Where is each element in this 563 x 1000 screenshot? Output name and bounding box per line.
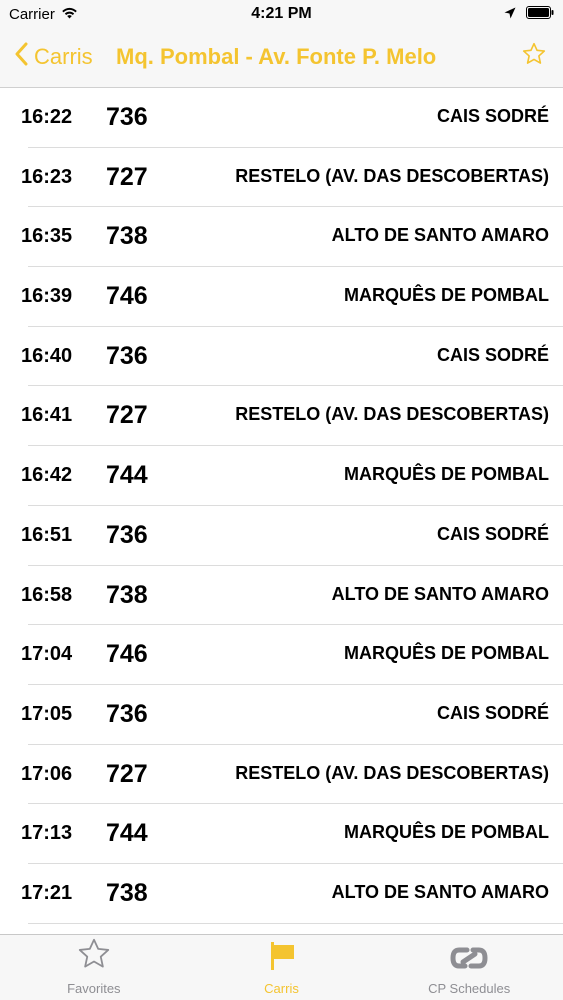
star-outline-icon <box>521 42 547 71</box>
departure-time: 16:51 <box>21 523 73 546</box>
departure-row[interactable]: 16:39 746 MARQUÊS DE POMBAL <box>0 267 563 327</box>
departure-time: 17:21 <box>21 881 73 904</box>
destination: RESTELO (AV. DAS DESCOBERTAS) <box>235 762 549 783</box>
route-number: 738 <box>106 580 148 609</box>
status-right <box>504 6 554 23</box>
departure-row[interactable]: 17:06 727 RESTELO (AV. DAS DESCOBERTAS) <box>0 745 563 805</box>
route-number: 736 <box>106 520 148 549</box>
departure-time: 16:23 <box>21 165 73 188</box>
tab-label: Favorites <box>67 981 121 996</box>
star-icon <box>75 936 113 977</box>
destination: RESTELO (AV. DAS DESCOBERTAS) <box>235 404 549 425</box>
destination: ALTO DE SANTO AMARO <box>331 881 549 902</box>
destination: ALTO DE SANTO AMARO <box>331 225 549 246</box>
chevron-left-icon <box>14 42 28 72</box>
departure-time: 17:13 <box>21 822 73 845</box>
route-number: 738 <box>106 878 148 907</box>
status-bar: Carrier 4:21 PM <box>0 0 563 30</box>
departure-list[interactable]: 16:22 736 CAIS SODRÉ 16:23 727 RESTELO (… <box>0 88 563 934</box>
departure-time: 17:06 <box>21 762 73 785</box>
favorite-button[interactable] <box>521 41 547 72</box>
departure-row[interactable]: 17:13 744 MARQUÊS DE POMBAL <box>0 804 563 864</box>
battery-icon <box>526 6 554 23</box>
destination: CAIS SODRÉ <box>436 344 549 365</box>
route-number: 736 <box>106 699 148 728</box>
navigation-bar: Carris Mq. Pombal - Av. Fonte P. Melo <box>0 30 563 88</box>
destination: CAIS SODRÉ <box>436 702 549 723</box>
departure-time: 16:58 <box>21 583 73 606</box>
location-arrow-icon <box>504 6 516 23</box>
departure-row[interactable]: 16:23 727 RESTELO (AV. DAS DESCOBERTAS) <box>0 148 563 208</box>
destination: MARQUÊS DE POMBAL <box>343 464 549 485</box>
departure-row[interactable]: 16:22 736 CAIS SODRÉ <box>0 88 563 148</box>
route-number: 727 <box>106 759 148 788</box>
departure-row[interactable]: 16:35 738 ALTO DE SANTO AMARO <box>0 207 563 267</box>
destination: RESTELO (AV. DAS DESCOBERTAS) <box>235 165 549 186</box>
destination: MARQUÊS DE POMBAL <box>343 822 549 843</box>
departure-row[interactable]: 17:21 738 ALTO DE SANTO AMARO <box>0 864 563 924</box>
departure-row[interactable]: 16:58 738 ALTO DE SANTO AMARO <box>0 566 563 626</box>
departure-time: 16:41 <box>21 404 73 427</box>
route-number: 744 <box>106 819 148 848</box>
departure-time: 16:35 <box>21 225 73 248</box>
destination: MARQUÊS DE POMBAL <box>343 643 549 664</box>
route-number: 746 <box>106 640 148 669</box>
back-label: Carris <box>34 44 93 69</box>
departure-time: 17:04 <box>21 643 73 666</box>
departure-row[interactable]: 17:04 746 MARQUÊS DE POMBAL <box>0 625 563 685</box>
route-number: 744 <box>106 461 148 490</box>
departure-time: 17:05 <box>21 702 73 725</box>
tab-bar: Favorites Carris CP Schedules <box>0 934 563 1000</box>
route-number: 746 <box>106 282 148 311</box>
route-number: 727 <box>106 401 148 430</box>
departure-row[interactable]: 16:40 736 CAIS SODRÉ <box>0 327 563 387</box>
tab-label: CP Schedules <box>428 981 511 996</box>
route-number: 736 <box>106 341 148 370</box>
tab-carris[interactable]: Carris <box>188 935 376 1000</box>
destination: CAIS SODRÉ <box>436 106 549 126</box>
departure-row[interactable]: 17:05 736 CAIS SODRÉ <box>0 685 563 745</box>
status-time: 4:21 PM <box>251 5 312 22</box>
destination: MARQUÊS DE POMBAL <box>343 285 549 306</box>
departure-row[interactable]: 16:42 744 MARQUÊS DE POMBAL <box>0 446 563 506</box>
route-number: 736 <box>106 103 148 131</box>
back-button[interactable]: Carris <box>14 42 93 72</box>
route-number: 738 <box>106 222 148 251</box>
cp-logo-icon <box>449 944 489 977</box>
page-title: Mq. Pombal - Av. Fonte P. Melo <box>116 44 437 69</box>
route-number: 727 <box>106 162 148 191</box>
tab-favorites[interactable]: Favorites <box>0 935 188 1000</box>
departure-time: 16:40 <box>21 344 73 367</box>
departure-row[interactable]: 16:41 727 RESTELO (AV. DAS DESCOBERTAS) <box>0 386 563 446</box>
flag-icon <box>267 940 297 977</box>
departure-time: 16:42 <box>21 464 73 487</box>
destination: CAIS SODRÉ <box>436 523 549 544</box>
departure-row[interactable]: 16:51 736 CAIS SODRÉ <box>0 506 563 566</box>
tab-cp-schedules[interactable]: CP Schedules <box>375 935 563 1000</box>
tab-label: Carris <box>264 981 299 996</box>
destination: ALTO DE SANTO AMARO <box>331 583 549 604</box>
departure-time: 16:22 <box>21 106 73 128</box>
departure-time: 16:39 <box>21 285 73 308</box>
